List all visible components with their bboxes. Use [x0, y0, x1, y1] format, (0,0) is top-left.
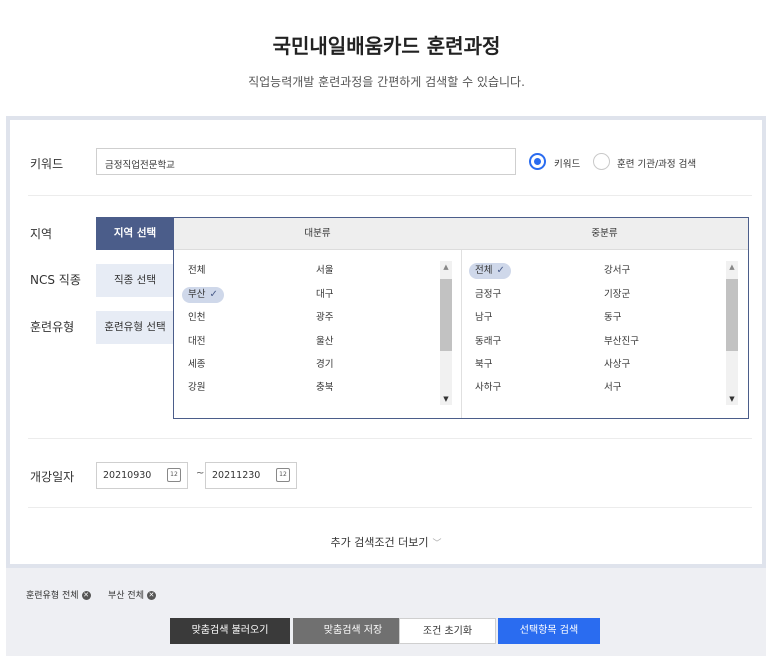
- scroll-thumb[interactable]: [440, 279, 452, 351]
- list-item[interactable]: 서울: [316, 263, 333, 279]
- bottom-bar: 훈련유형 전체 ✕ 부산 전체 ✕ 맞춤검색 불러오기 맞춤검색 저장 조건 초기화…: [6, 568, 766, 656]
- list-item[interactable]: 북구: [475, 357, 492, 373]
- list-item[interactable]: 광주: [316, 310, 333, 326]
- radio-keyword-label: 키워드: [554, 159, 581, 170]
- dropdown-divider: [461, 250, 462, 418]
- date-to-value: 20211230: [212, 470, 261, 481]
- date-from-value: 20210930: [103, 470, 152, 481]
- filter-chip[interactable]: 부산 전체 ✕: [108, 588, 156, 601]
- list-item[interactable]: 전체: [188, 263, 205, 279]
- list-item[interactable]: 기장군: [604, 287, 630, 303]
- scroll-up-icon[interactable]: ▲: [440, 261, 452, 273]
- list-item[interactable]: 동구: [604, 310, 621, 326]
- save-custom-search-button[interactable]: 맞춤검색 저장: [293, 618, 413, 644]
- list-item-label: 전체: [475, 265, 493, 276]
- more-options-toggle[interactable]: 추가 검색조건 더보기 ﹀: [10, 534, 762, 550]
- date-label: 개강일자: [30, 470, 75, 484]
- reset-button[interactable]: 조건 초기화: [399, 618, 496, 644]
- list-item[interactable]: 충북: [316, 380, 333, 396]
- load-custom-search-button[interactable]: 맞춤검색 불러오기: [170, 618, 290, 644]
- calendar-icon[interactable]: 12: [167, 468, 181, 482]
- list-item[interactable]: 동래구: [475, 334, 501, 350]
- major-header: 대분류: [174, 218, 461, 250]
- close-icon[interactable]: ✕: [146, 591, 156, 600]
- list-item-selected[interactable]: 부산 ✓: [182, 287, 224, 303]
- filter-chip-label: 훈련유형 전체: [26, 591, 79, 601]
- page-subtitle: 직업능력개발 훈련과정을 간편하게 검색할 수 있습니다.: [248, 75, 525, 89]
- filter-chip[interactable]: 훈련유형 전체 ✕: [26, 588, 91, 601]
- list-item[interactable]: 부산진구: [604, 334, 639, 350]
- more-options-label: 추가 검색조건 더보기: [330, 536, 429, 549]
- list-item-selected[interactable]: 전체 ✓: [469, 263, 511, 279]
- date-from-input[interactable]: 20210930 12: [96, 462, 188, 489]
- list-item[interactable]: 강서구: [604, 263, 630, 279]
- radio-keyword[interactable]: [529, 153, 546, 170]
- list-item[interactable]: 울산: [316, 334, 333, 350]
- tab-ncs[interactable]: 직종 선택: [96, 264, 174, 297]
- region-label: 지역: [30, 227, 53, 241]
- keyword-label: 키워드: [30, 157, 64, 171]
- scroll-down-icon[interactable]: ▼: [726, 393, 738, 405]
- check-icon: ✓: [496, 265, 505, 276]
- training-type-label: 훈련유형: [30, 320, 75, 334]
- filter-chip-label: 부산 전체: [108, 591, 144, 601]
- close-icon[interactable]: ✕: [81, 591, 91, 600]
- date-separator: ~: [196, 468, 205, 479]
- divider: [28, 438, 752, 439]
- ncs-label: NCS 직종: [30, 273, 81, 287]
- list-item[interactable]: 세종: [188, 357, 205, 373]
- scroll-up-icon[interactable]: ▲: [726, 261, 738, 273]
- list-item[interactable]: 대구: [316, 287, 333, 303]
- search-panel: 키워드 금정직업전문학교 키워드 훈련 기관/과정 검색 지역 NCS 직종 훈…: [6, 116, 766, 568]
- list-item[interactable]: 경기: [316, 357, 333, 373]
- keyword-input[interactable]: 금정직업전문학교: [96, 148, 516, 175]
- minor-header: 중분류: [461, 218, 748, 250]
- calendar-icon[interactable]: 12: [276, 468, 290, 482]
- list-item[interactable]: 금정구: [475, 287, 501, 303]
- minor-scrollbar[interactable]: ▲ ▼: [726, 261, 738, 405]
- divider: [28, 195, 752, 196]
- scroll-thumb[interactable]: [726, 279, 738, 351]
- list-item[interactable]: 강원: [188, 380, 205, 396]
- list-item-label: 부산: [188, 289, 206, 300]
- tab-region[interactable]: 지역 선택: [96, 217, 174, 250]
- list-item[interactable]: 사상구: [604, 357, 630, 373]
- major-scrollbar[interactable]: ▲ ▼: [440, 261, 452, 405]
- list-item[interactable]: 서구: [604, 380, 621, 396]
- chevron-down-icon: ﹀: [432, 539, 442, 549]
- divider: [28, 507, 752, 508]
- tab-training-type[interactable]: 훈련유형 선택: [96, 311, 174, 344]
- date-to-input[interactable]: 20211230 12: [205, 462, 297, 489]
- radio-institution[interactable]: [593, 153, 610, 170]
- radio-institution-label: 훈련 기관/과정 검색: [617, 159, 697, 170]
- list-item[interactable]: 사하구: [475, 380, 501, 396]
- region-dropdown: 대분류 중분류 전체 서울 부산 ✓ 대구 인천 광주 대전 울산 세종 경기 강…: [173, 217, 749, 419]
- scroll-down-icon[interactable]: ▼: [440, 393, 452, 405]
- list-item[interactable]: 인천: [188, 310, 205, 326]
- list-item[interactable]: 남구: [475, 310, 492, 326]
- list-item[interactable]: 대전: [188, 334, 205, 350]
- search-button[interactable]: 선택항목 검색: [498, 618, 600, 644]
- check-icon: ✓: [209, 289, 218, 300]
- page-title: 국민내일배움카드 훈련과정: [272, 34, 501, 58]
